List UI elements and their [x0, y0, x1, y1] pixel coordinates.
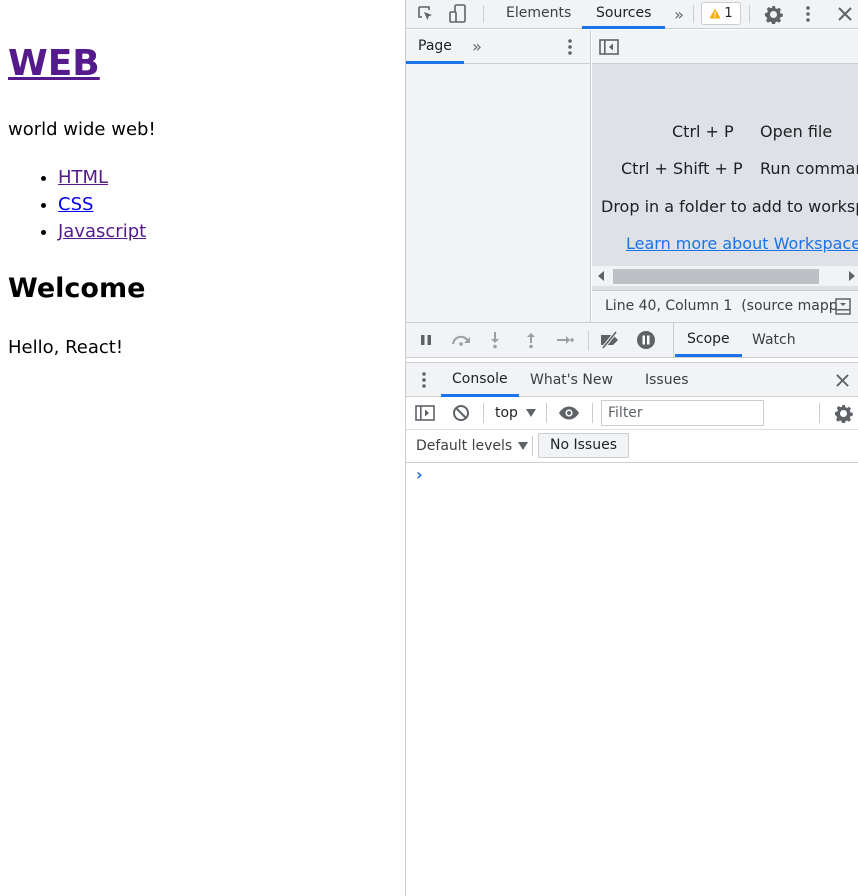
step-out-icon[interactable]	[522, 329, 540, 351]
hello-text: Hello, React!	[8, 337, 124, 358]
sources-editor: Ctrl + P Open file Ctrl + Shift + P Run …	[592, 30, 858, 322]
toolbar-divider	[532, 436, 533, 456]
toggle-navigator-icon[interactable]	[598, 37, 620, 57]
devtools-panel: Elements Sources » 1 Page » Ctrl + P Ope…	[405, 0, 858, 896]
welcome-heading: Welcome	[8, 273, 146, 304]
step-into-icon[interactable]	[486, 329, 504, 351]
deactivate-breakpoints-icon[interactable]	[598, 330, 622, 350]
more-options-icon[interactable]	[798, 2, 818, 26]
device-toolbar-icon[interactable]	[446, 3, 470, 25]
toolbar-divider	[588, 331, 589, 351]
tab-page[interactable]: Page	[406, 30, 464, 64]
toolbar-divider	[819, 403, 820, 423]
scroll-right-icon[interactable]	[849, 271, 855, 281]
drawer-menu-icon[interactable]	[416, 370, 432, 390]
toolbar-divider	[592, 403, 593, 423]
toolbar-divider	[673, 323, 674, 357]
html-link[interactable]: HTML	[58, 167, 108, 188]
tab-console[interactable]: Console	[441, 363, 519, 397]
page-heading: WEB	[8, 38, 100, 90]
tagline-text: world wide web!	[8, 119, 156, 140]
tab-sources[interactable]: Sources	[582, 0, 666, 29]
tab-elements[interactable]: Elements	[506, 0, 571, 29]
sources-navigator: Page »	[406, 30, 591, 322]
shortcut-action: Run command	[760, 159, 858, 178]
warning-count: 1	[724, 6, 733, 21]
editor-header	[592, 30, 858, 64]
shortcut-keys: Ctrl + Shift + P	[621, 159, 743, 178]
more-navigator-tabs-icon[interactable]: »	[468, 36, 486, 56]
tab-scope[interactable]: Scope	[675, 323, 742, 357]
warning-icon	[709, 8, 721, 19]
list-item: HTML	[58, 164, 146, 191]
log-levels-dropdown[interactable]: Default levels	[416, 436, 529, 456]
console-levels-bar: Default levels No Issues	[406, 430, 858, 463]
step-over-icon[interactable]	[449, 331, 473, 349]
editor-status-bar: Line 40, Column 1 (source mapp	[592, 290, 858, 322]
css-link[interactable]: CSS	[58, 194, 93, 215]
more-tabs-icon[interactable]: »	[670, 3, 688, 25]
pause-on-exceptions-icon[interactable]	[635, 329, 657, 351]
link-list: HTML CSS Javascript	[8, 164, 146, 245]
context-selector[interactable]: top	[495, 403, 536, 423]
toolbar-divider	[546, 403, 547, 423]
console-prompt-icon[interactable]: ›	[416, 465, 423, 484]
drop-folder-text: Drop in a folder to add to workspace	[601, 197, 858, 216]
console-filter-input[interactable]	[601, 400, 764, 426]
step-icon[interactable]	[554, 331, 576, 349]
pause-icon[interactable]	[416, 331, 436, 349]
drawer-tab-bar: Console What's New Issues	[406, 362, 858, 397]
navigator-header: Page »	[406, 30, 591, 64]
shortcut-action: Open file	[760, 122, 833, 141]
page-viewport: WEB world wide web! HTML CSS Javascript …	[0, 0, 405, 896]
inspect-element-icon[interactable]	[414, 3, 438, 25]
warnings-counter[interactable]: 1	[701, 2, 741, 25]
log-levels-label: Default levels	[416, 438, 513, 454]
devtools-toolbar: Elements Sources » 1	[406, 0, 858, 29]
toolbar-divider	[693, 5, 694, 23]
cursor-position-text: Line 40, Column 1 (source mapp	[605, 298, 838, 314]
toolbar-divider	[749, 5, 750, 23]
context-label: top	[495, 405, 518, 421]
learn-more-workspaces-link[interactable]: Learn more about Workspaces	[626, 234, 858, 253]
toggle-sidebar-icon[interactable]	[834, 297, 852, 316]
toolbar-divider	[483, 403, 484, 423]
dropdown-arrow-icon	[518, 442, 529, 450]
live-expression-eye-icon[interactable]	[556, 403, 582, 423]
list-item: Javascript	[58, 218, 146, 245]
clear-console-icon[interactable]	[450, 403, 472, 423]
settings-gear-icon[interactable]	[761, 2, 785, 26]
scroll-left-icon[interactable]	[598, 271, 604, 281]
shortcut-keys: Ctrl + P	[672, 122, 734, 141]
navigator-menu-icon[interactable]	[562, 38, 578, 56]
javascript-link[interactable]: Javascript	[58, 221, 146, 242]
no-issues-button[interactable]: No Issues	[538, 433, 629, 458]
toolbar-divider	[483, 5, 484, 23]
console-toolbar: top	[406, 397, 858, 430]
list-item: CSS	[58, 191, 146, 218]
close-devtools-icon[interactable]	[834, 2, 856, 26]
console-output[interactable]: ›	[406, 463, 858, 896]
close-drawer-icon[interactable]	[833, 371, 851, 389]
dropdown-arrow-icon	[525, 409, 536, 417]
console-settings-gear-icon[interactable]	[832, 402, 854, 424]
heading-link[interactable]: WEB	[8, 43, 100, 84]
tab-watch[interactable]: Watch	[752, 323, 796, 357]
horizontal-scrollbar[interactable]	[592, 266, 858, 286]
tab-whats-new[interactable]: What's New	[530, 363, 613, 397]
tab-issues[interactable]: Issues	[645, 363, 689, 397]
debugger-toolbar: Scope Watch	[406, 322, 858, 358]
show-sidebar-icon[interactable]	[414, 403, 436, 423]
scrollbar-thumb[interactable]	[613, 269, 819, 284]
